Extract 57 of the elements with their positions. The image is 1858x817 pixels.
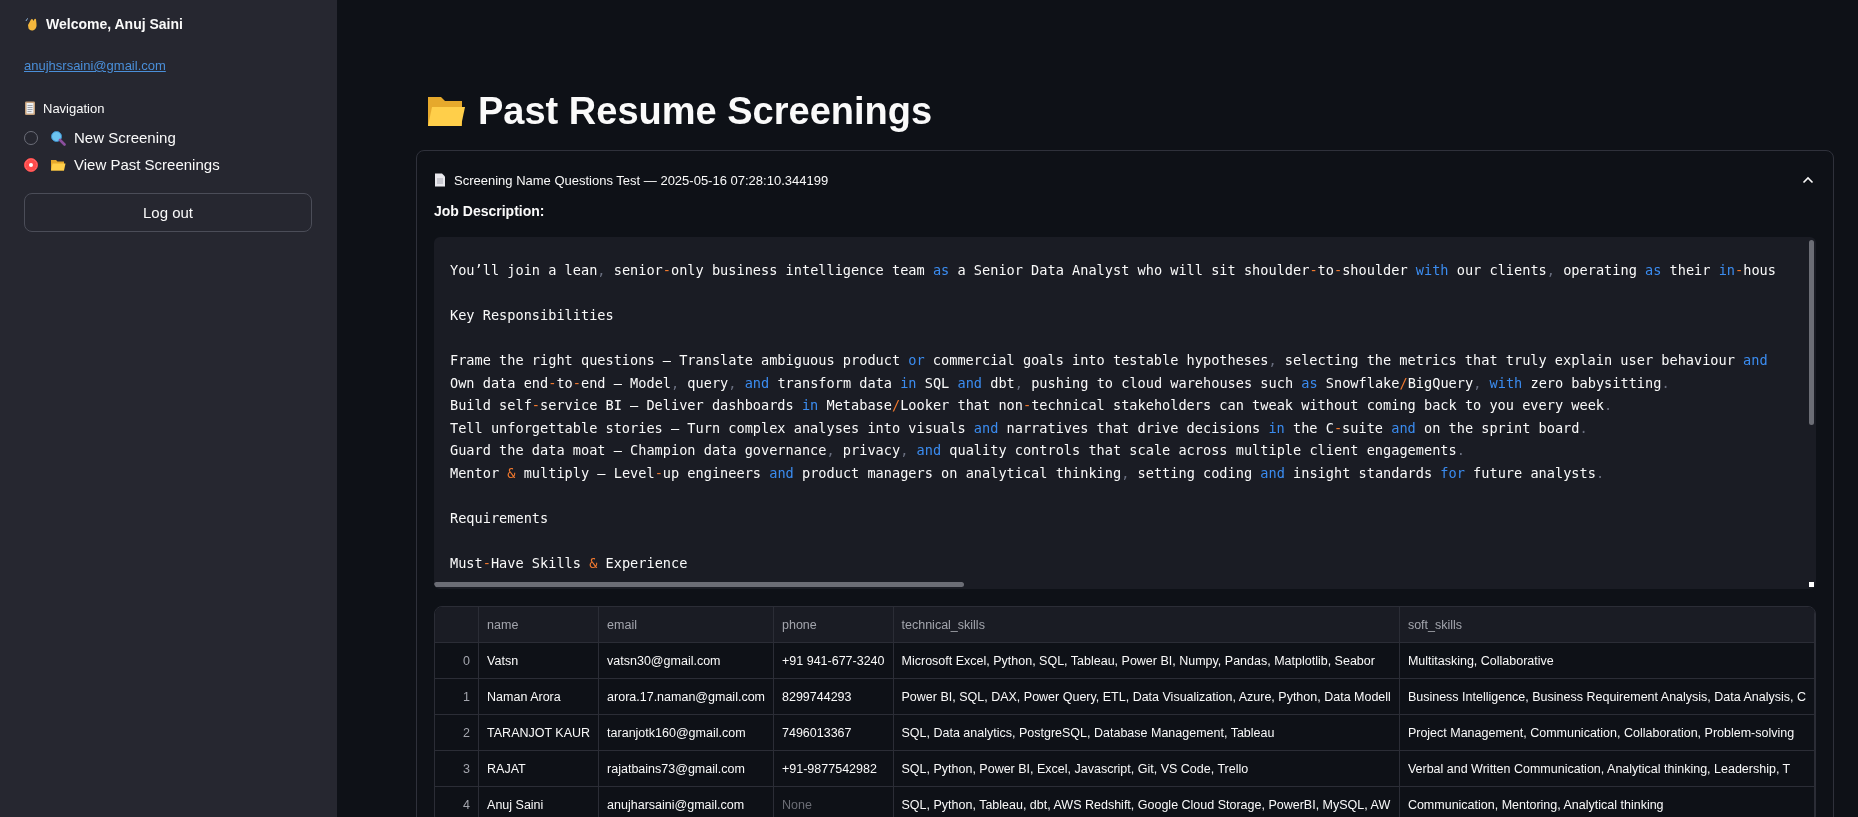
- row-index: 0: [435, 642, 479, 679]
- table-cell: SQL, Data analytics, PostgreSQL, Database Management, Tableau: [893, 714, 1400, 751]
- document-icon: [434, 173, 446, 187]
- table-cell: TARANJOT KAUR: [478, 714, 599, 751]
- table-cell: +91 941-677-3240: [773, 642, 894, 679]
- radio-button[interactable]: [24, 157, 38, 172]
- logout-button[interactable]: Log out: [24, 193, 312, 232]
- row-index: 1: [435, 678, 479, 715]
- radio-label[interactable]: New Screening: [74, 129, 176, 146]
- row-index: 3: [435, 750, 479, 787]
- code-line: Guard the data moat – Champion data governance, privacy, and quality controls that scale across multiple client engagements.: [450, 441, 1465, 460]
- table-cell: Verbal and Written Communication, Analytical thinking, Leadership, T: [1399, 750, 1815, 787]
- email-link[interactable]: anujhsrsaini@gmail.com: [24, 58, 166, 73]
- table-cell: rajatbains73@gmail.com: [598, 750, 774, 787]
- code-line: Mentor & multiply – Level-up engineers and product managers on analytical thinking, setting coding and insight standards for future analysts.: [450, 463, 1605, 483]
- table-cell: Multitasking, Collaborative: [1399, 642, 1815, 679]
- column-header[interactable]: soft_skills: [1399, 607, 1815, 643]
- table-cell: +91-9877542982: [773, 750, 894, 787]
- code-line: Key Responsibilities: [450, 306, 614, 325]
- table-cell: Microsoft Excel, Python, SQL, Tableau, Power BI, Numpy, Pandas, Matplotlib, Seabor: [893, 642, 1400, 679]
- magnifier-icon: [50, 129, 66, 146]
- welcome-heading: Welcome, Anuj Saini: [46, 16, 183, 32]
- column-header[interactable]: technical_skills: [893, 607, 1400, 643]
- table-cell: Business Intelligence, Business Requirement Analysis, Data Analysis, C: [1399, 678, 1815, 715]
- vertical-scrollbar[interactable]: [1809, 240, 1814, 425]
- table-cell: arora.17.naman@gmail.com: [598, 678, 774, 715]
- radio-label[interactable]: View Past Screenings: [74, 156, 220, 173]
- table-cell: RAJAT: [478, 750, 599, 787]
- code-line: Must-Have Skills & Experience: [450, 553, 688, 573]
- expander-title[interactable]: Screening Name Questions Test — 2025-05-16 07:28:10.344199: [454, 172, 1794, 188]
- code-line: Requirements: [450, 508, 549, 528]
- expander-header[interactable]: Screening Name Questions Test — 2025-05-16 07:28:10.344199: [434, 151, 1816, 205]
- code-line: Own data end-to-end – Model, query, and transform data in SQL and dbt, pushing to cloud warehouses such as Snowflake/BigQuery, with zero babysitting.: [450, 373, 1670, 393]
- code-line: Tell unforgettable stories – Turn complex analyses into visuals and narratives that drive decisions in the C-suite and on the sprint board.: [450, 418, 1588, 438]
- clipboard-icon: [24, 100, 36, 116]
- code-line: You’ll join a lean, senior-only business intelligence team as a Senior Data Analyst who will sit shoulder-to-shoulder with our clients, operating as their in-hous: [450, 261, 1776, 280]
- navigation-label: Navigation: [43, 100, 105, 116]
- table-cell: Power BI, SQL, DAX, Power Query, ETL, Data Visualization, Azure, Python, Data Modell: [893, 678, 1400, 715]
- table-cell: Vatsn: [478, 642, 599, 679]
- table-cell: Naman Arora: [478, 678, 599, 715]
- table-cell: SQL, Python, Power BI, Excel, Javascript, Git, VS Code, Trello: [893, 750, 1400, 787]
- page-title: Past Resume Screenings: [478, 89, 933, 133]
- code-line: Frame the right questions – Translate ambiguous product or commercial goals into testable hypotheses, selecting the metrics that truly explain user behaviour and: [450, 351, 1768, 370]
- column-header[interactable]: name: [478, 607, 599, 643]
- table-cell: 7496013367: [773, 714, 894, 751]
- chevron-icon[interactable]: [1802, 176, 1814, 184]
- code-line: Build self-service BI – Deliver dashboards in Metabase/Looker that non-technical stakeholders can tweak without coming back to you every week.: [450, 396, 1613, 415]
- horizontal-scrollbar[interactable]: [434, 582, 964, 587]
- resize-corner: [1809, 582, 1814, 587]
- table-cell: taranjotk160@gmail.com: [598, 714, 774, 751]
- table-cell: vatsn30@gmail.com: [598, 642, 774, 679]
- column-header[interactable]: email: [598, 607, 774, 643]
- table-cell: 8299744293: [773, 678, 894, 715]
- row-index: 2: [435, 714, 479, 751]
- section-label: Job Description:: [434, 203, 546, 219]
- column-header[interactable]: phone: [773, 607, 894, 643]
- table-cell: Project Management, Communication, Collaboration, Problem-solving: [1399, 714, 1815, 751]
